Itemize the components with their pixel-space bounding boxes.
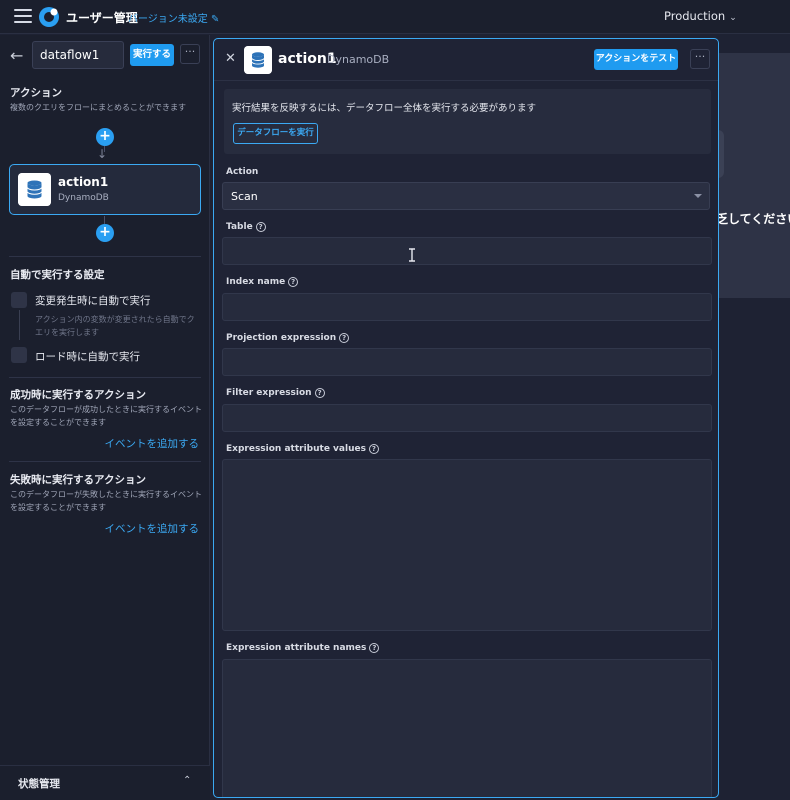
auto-run-on-load-checkbox[interactable] — [11, 347, 27, 363]
state-management-bar[interactable]: 状態管理 ⌃ — [0, 765, 210, 800]
action-select[interactable]: Scan — [222, 182, 710, 210]
action-field-label: Action — [226, 167, 259, 177]
table-field-label: Table? — [226, 222, 266, 232]
section-divider — [9, 377, 201, 378]
add-success-event-link[interactable]: イベントを追加する — [105, 436, 200, 451]
action-editor-panel: ✕ action1 DynamoDB アクションをテスト ··· 実行結果を反映… — [213, 38, 719, 798]
success-actions-description: このデータフローが成功したときに実行するイベントを設定することができます — [10, 405, 202, 427]
add-action-above-button[interactable]: + — [96, 128, 114, 146]
run-dataflow-button[interactable]: 実行する — [130, 44, 174, 66]
actions-section-description: 複数のクエリをフローにまとめることができます — [10, 103, 186, 112]
actions-section-title: アクション — [10, 87, 62, 99]
app-title: ユーザー管理 — [66, 11, 138, 25]
state-management-title: 状態管理 — [18, 778, 60, 790]
pencil-icon: ✎ — [207, 14, 220, 25]
action-card-name: action1 — [58, 175, 109, 189]
filter-field-label: Filter expression? — [226, 388, 325, 398]
run-dataflow-notice-button[interactable]: データフローを実行 — [233, 123, 318, 144]
index-name-input[interactable] — [222, 293, 712, 321]
auto-run-on-change-checkbox[interactable] — [11, 292, 27, 308]
projection-input[interactable] — [222, 348, 712, 376]
projection-field-label: Projection expression? — [226, 333, 350, 343]
app-logo-icon — [39, 7, 59, 27]
failure-actions-title: 失敗時に実行するアクション — [10, 474, 146, 486]
panel-header: ✕ action1 DynamoDB アクションをテスト ··· — [214, 39, 718, 81]
add-action-below-button[interactable]: + — [96, 224, 114, 242]
canvas-partial-text: 乏してください — [716, 212, 790, 226]
help-icon[interactable]: ? — [288, 277, 299, 287]
help-icon[interactable]: ? — [369, 643, 380, 653]
back-arrow-icon[interactable]: ← — [10, 46, 23, 65]
text-cursor-icon — [409, 248, 415, 262]
help-icon[interactable]: ? — [255, 222, 266, 232]
top-bar: ユーザー管理 バージョン未設定 ✎ Production ⌄ — [0, 0, 790, 34]
attr-values-field-label: Expression attribute values? — [226, 444, 379, 454]
panel-more-button[interactable]: ··· — [690, 49, 710, 69]
menu-icon[interactable] — [14, 9, 32, 23]
close-icon[interactable]: ✕ — [225, 51, 236, 66]
hint-connector — [19, 310, 20, 340]
test-action-button[interactable]: アクションをテスト — [594, 49, 678, 70]
attr-values-textarea[interactable] — [222, 459, 712, 631]
run-notice-text: 実行結果を反映するには、データフロー全体を実行する必要があります — [232, 103, 537, 114]
auto-run-on-change-hint: アクション内の変数が変更されたら自動でクエリを実行します — [35, 315, 195, 337]
chevron-up-icon[interactable]: ⌃ — [183, 775, 191, 786]
chevron-down-icon: ⌄ — [729, 13, 737, 23]
dynamodb-icon — [18, 173, 51, 206]
add-failure-event-link[interactable]: イベントを追加する — [105, 521, 200, 536]
attr-names-field-label: Expression attribute names? — [226, 643, 380, 653]
auto-run-on-load-label: ロード時に自動で実行 — [35, 351, 140, 363]
dataflow-name-input[interactable] — [32, 41, 124, 69]
failure-actions-description: このデータフローが失敗したときに実行するイベントを設定することができます — [10, 490, 202, 512]
section-divider — [9, 461, 201, 462]
run-notice: 実行結果を反映するには、データフロー全体を実行する必要があります データフローを… — [224, 89, 711, 154]
help-icon[interactable]: ? — [339, 333, 350, 343]
auto-run-title: 自動で実行する設定 — [10, 269, 105, 281]
flow-connector — [104, 216, 105, 224]
attr-names-textarea[interactable] — [222, 659, 712, 797]
index-name-field-label: Index name? — [226, 277, 299, 287]
success-actions-title: 成功時に実行するアクション — [10, 389, 146, 401]
caret-down-icon — [694, 194, 702, 198]
dataflow-sidebar: ← 実行する ··· アクション 複数のクエリをフローにまとめることができます … — [0, 35, 210, 800]
action-card-type: DynamoDB — [58, 193, 109, 203]
table-input[interactable] — [222, 237, 712, 265]
action-card[interactable]: action1 DynamoDB — [9, 164, 201, 215]
version-link[interactable]: バージョン未設定 ✎ — [128, 10, 219, 25]
section-divider — [9, 256, 201, 257]
action-select-value: Scan — [231, 190, 258, 203]
more-options-button[interactable]: ··· — [180, 44, 200, 64]
help-icon[interactable]: ? — [368, 444, 379, 454]
flow-arrow-icon: ↓ — [97, 147, 108, 161]
panel-subtitle: DynamoDB — [327, 53, 390, 66]
environment-select[interactable]: Production ⌄ — [664, 9, 737, 23]
filter-input[interactable] — [222, 404, 712, 432]
help-icon[interactable]: ? — [314, 388, 325, 398]
dynamodb-icon — [244, 46, 272, 74]
auto-run-on-change-label: 変更発生時に自動で実行 — [35, 295, 151, 307]
